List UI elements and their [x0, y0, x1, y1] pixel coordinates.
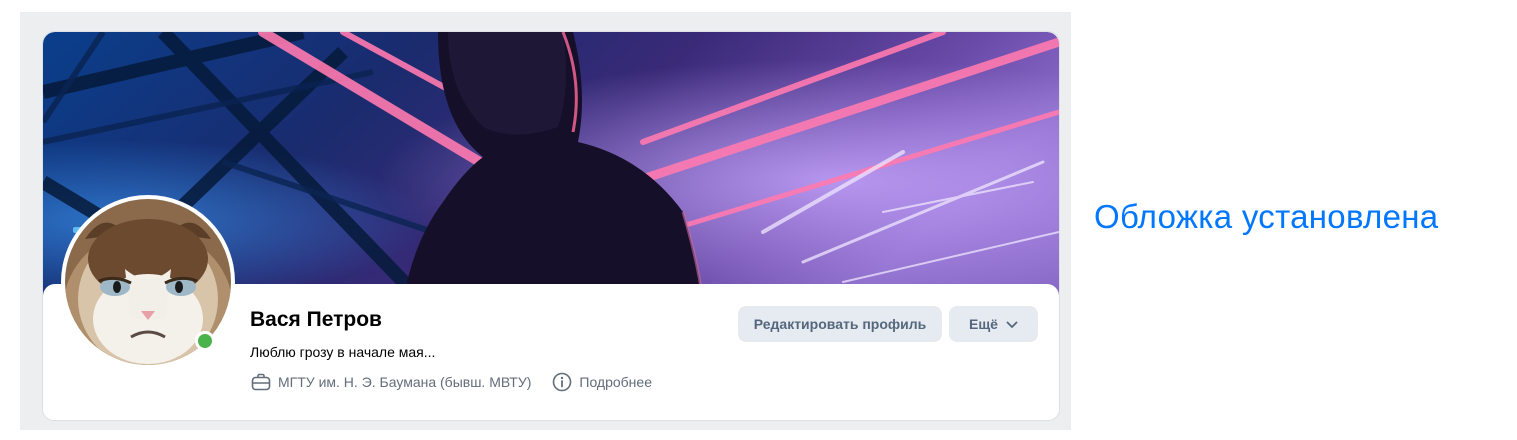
cover-set-notice: Обложка установлена [1094, 198, 1439, 235]
chevron-down-icon [1006, 316, 1018, 332]
profile-page-background: Вася Петров Люблю грозу в начале мая... … [20, 12, 1071, 430]
briefcase-icon [250, 371, 272, 393]
edit-profile-button[interactable]: Редактировать профиль [738, 306, 942, 342]
education-link[interactable]: МГТУ им. Н. Э. Баумана (бывш. МВТУ) [278, 374, 531, 390]
profile-status[interactable]: Люблю грозу в начале мая... [250, 344, 435, 360]
avatar[interactable] [61, 195, 235, 369]
more-button[interactable]: Ещё [949, 306, 1038, 342]
details-link[interactable]: Подробнее [579, 374, 652, 390]
edit-profile-label: Редактировать профиль [753, 316, 927, 332]
profile-meta: МГТУ им. Н. Э. Баумана (бывш. МВТУ) Подр… [250, 370, 652, 394]
info-icon[interactable] [551, 371, 573, 393]
profile-name: Вася Петров [250, 308, 382, 331]
profile-card: Вася Петров Люблю грозу в начале мая... … [42, 31, 1060, 421]
online-indicator [195, 331, 215, 351]
more-label: Ещё [969, 316, 998, 332]
